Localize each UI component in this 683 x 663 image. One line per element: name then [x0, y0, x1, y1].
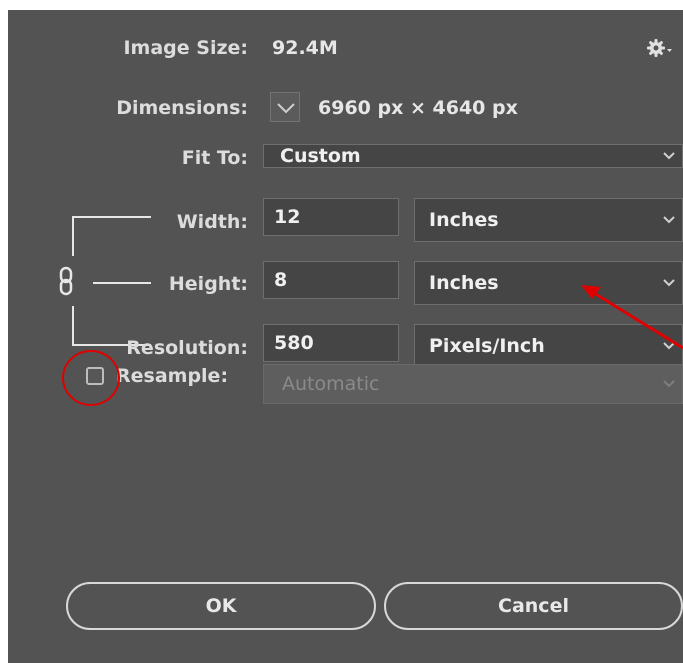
height-input[interactable]: 8 [263, 261, 399, 299]
height-unit-value: Inches [429, 272, 499, 294]
chevron-down-icon [662, 365, 676, 403]
chevron-down-icon [662, 262, 676, 304]
ok-button[interactable]: OK [66, 582, 376, 630]
chain-link-icon [59, 266, 73, 296]
fit-to-select[interactable]: Custom [263, 144, 683, 168]
chevron-down-icon [662, 199, 676, 241]
height-label: Height: [168, 273, 248, 295]
resample-label: Resample: [116, 365, 229, 387]
dimensions-label: Dimensions: [116, 97, 248, 119]
chevron-down-icon [662, 145, 676, 167]
chevron-down-icon [662, 325, 676, 367]
dimensions-dropdown-button[interactable] [270, 92, 300, 122]
fit-to-label: Fit To: [181, 147, 248, 169]
fit-to-value: Custom [280, 145, 361, 167]
gear-icon[interactable] [646, 36, 676, 60]
width-unit-value: Inches [429, 209, 499, 231]
dimensions-value: 6960 px × 4640 px [318, 97, 518, 119]
width-unit-select[interactable]: Inches [414, 198, 683, 242]
resolution-label: Resolution: [126, 337, 248, 359]
resample-method-select[interactable]: Automatic [263, 364, 683, 404]
chevron-down-icon [277, 103, 295, 114]
resolution-unit-value: Pixels/Inch [429, 335, 545, 357]
resample-checkbox[interactable] [86, 367, 104, 385]
width-label: Width: [176, 211, 248, 233]
resample-method-value: Automatic [282, 373, 380, 395]
image-size-label: Image Size: [123, 37, 248, 59]
image-size-value: 92.4M [272, 37, 338, 59]
cancel-button[interactable]: Cancel [384, 582, 683, 630]
image-size-dialog: Image Size: 92.4M Dimensions: 6960 px × … [8, 10, 683, 663]
resolution-input[interactable]: 580 [263, 324, 399, 362]
width-input[interactable]: 12 [263, 198, 399, 236]
height-unit-select[interactable]: Inches [414, 261, 683, 305]
resolution-unit-select[interactable]: Pixels/Inch [414, 324, 683, 368]
